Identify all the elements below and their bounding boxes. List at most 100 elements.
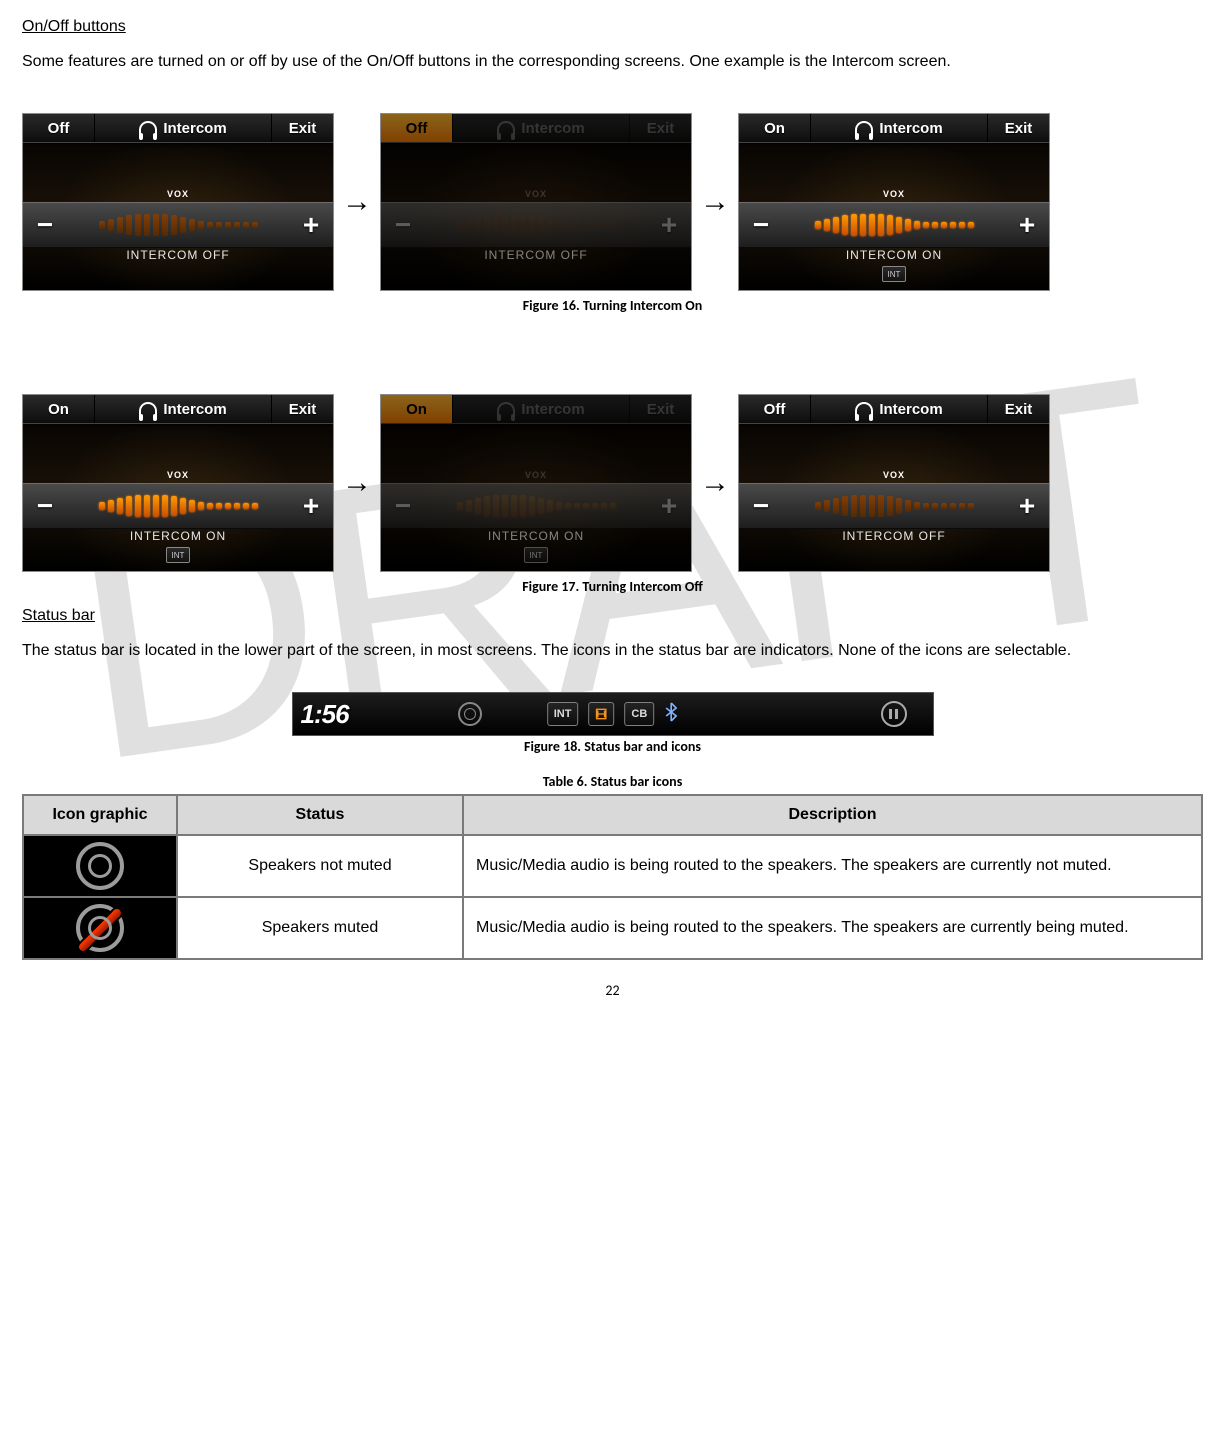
cell-status: Speakers not muted bbox=[177, 835, 463, 897]
exit-button[interactable]: Exit bbox=[629, 395, 691, 423]
vox-slider-strip: −VOX+ bbox=[739, 202, 1049, 248]
plus-button[interactable]: + bbox=[1005, 209, 1049, 241]
mini-int-icon: INT bbox=[166, 547, 190, 563]
mini-int-icon: INT bbox=[524, 547, 548, 563]
status-time: 1:56 bbox=[293, 699, 363, 730]
vox-slider[interactable]: VOX bbox=[425, 484, 647, 528]
figure-16-caption: Figure 16. Turning Intercom On bbox=[22, 297, 1203, 314]
intercom-title: Intercom bbox=[95, 114, 271, 142]
intercom-title: Intercom bbox=[453, 114, 629, 142]
screenshot-header: OnIntercomExit bbox=[381, 395, 691, 424]
statusbar-heading: Status bar bbox=[22, 607, 1203, 625]
status-chip-int: INT bbox=[547, 702, 579, 726]
plus-button[interactable]: + bbox=[289, 209, 333, 241]
vox-slider[interactable]: VOX bbox=[783, 203, 1005, 247]
vox-slider[interactable]: VOX bbox=[67, 203, 289, 247]
page-number: 22 bbox=[22, 982, 1203, 999]
headphone-icon bbox=[497, 121, 515, 135]
onoff-button[interactable]: On bbox=[23, 395, 95, 423]
onoff-button[interactable]: Off bbox=[23, 114, 95, 142]
statusbar-paragraph: The status bar is located in the lower p… bbox=[22, 639, 1203, 662]
figure-17-sequence: OnIntercomExit−VOX+INTERCOM ONINT→OnInte… bbox=[22, 394, 1203, 572]
exit-button[interactable]: Exit bbox=[271, 114, 333, 142]
screenshot-header: OffIntercomExit bbox=[23, 114, 333, 143]
vox-label: VOX bbox=[167, 189, 189, 199]
screenshot-header: OffIntercomExit bbox=[381, 114, 691, 143]
screenshot-header: OnIntercomExit bbox=[23, 395, 333, 424]
vox-slider[interactable]: VOX bbox=[67, 484, 289, 528]
vox-slider[interactable]: VOX bbox=[425, 203, 647, 247]
intercom-screenshot: OnIntercomExit−VOX+INTERCOM ONINT bbox=[738, 113, 1050, 291]
minus-button[interactable]: − bbox=[381, 209, 425, 241]
headphone-icon bbox=[855, 402, 873, 416]
onoff-heading: On/Off buttons bbox=[22, 18, 1203, 36]
onoff-button[interactable]: Off bbox=[739, 395, 811, 423]
intercom-state-label: INTERCOM ON bbox=[739, 248, 1049, 262]
exit-button[interactable]: Exit bbox=[987, 114, 1049, 142]
status-speaker-icon bbox=[458, 702, 482, 726]
vox-label: VOX bbox=[883, 189, 905, 199]
table-6-caption: Table 6. Status bar icons bbox=[22, 773, 1203, 790]
headphone-icon bbox=[855, 121, 873, 135]
minus-button[interactable]: − bbox=[739, 490, 783, 522]
cell-desc: Music/Media audio is being routed to the… bbox=[463, 897, 1202, 959]
th-desc: Description bbox=[463, 795, 1202, 835]
vox-slider[interactable]: VOX bbox=[783, 484, 1005, 528]
status-bar-icons-table: Icon graphic Status Description Speakers… bbox=[22, 794, 1203, 960]
icon-speaker-muted bbox=[23, 897, 177, 959]
vox-slider-strip: −VOX+ bbox=[739, 483, 1049, 529]
plus-button[interactable]: + bbox=[1005, 490, 1049, 522]
screenshot-header: OnIntercomExit bbox=[739, 114, 1049, 143]
vox-label: VOX bbox=[167, 470, 189, 480]
intercom-screenshot: OnIntercomExit−VOX+INTERCOM ONINT bbox=[380, 394, 692, 572]
exit-button[interactable]: Exit bbox=[629, 114, 691, 142]
headphone-icon bbox=[497, 402, 515, 416]
intercom-title: Intercom bbox=[95, 395, 271, 423]
intercom-state-label: INTERCOM ON bbox=[23, 529, 333, 543]
figure-17-caption: Figure 17. Turning Intercom Off bbox=[22, 578, 1203, 595]
status-pause-icon bbox=[881, 701, 907, 727]
vox-label: VOX bbox=[525, 189, 547, 199]
exit-button[interactable]: Exit bbox=[987, 395, 1049, 423]
status-chip-hd-icon bbox=[588, 702, 614, 726]
status-chip-cb: CB bbox=[624, 702, 654, 726]
vox-label: VOX bbox=[883, 470, 905, 480]
intercom-title: Intercom bbox=[811, 114, 987, 142]
onoff-button[interactable]: Off bbox=[381, 114, 453, 142]
minus-button[interactable]: − bbox=[23, 209, 67, 241]
onoff-paragraph: Some features are turned on or off by us… bbox=[22, 50, 1203, 73]
figure-16-sequence: OffIntercomExit−VOX+INTERCOM OFF→OffInte… bbox=[22, 113, 1203, 291]
intercom-screenshot: OnIntercomExit−VOX+INTERCOM ONINT bbox=[22, 394, 334, 572]
plus-button[interactable]: + bbox=[647, 209, 691, 241]
intercom-state-label: INTERCOM OFF bbox=[739, 529, 1049, 543]
minus-button[interactable]: − bbox=[23, 490, 67, 522]
onoff-button[interactable]: On bbox=[381, 395, 453, 423]
vox-slider-strip: −VOX+ bbox=[23, 202, 333, 248]
intercom-screenshot: OffIntercomExit−VOX+INTERCOM OFF bbox=[22, 113, 334, 291]
intercom-screenshot: OffIntercomExit−VOX+INTERCOM OFF bbox=[380, 113, 692, 291]
plus-button[interactable]: + bbox=[647, 490, 691, 522]
exit-button[interactable]: Exit bbox=[271, 395, 333, 423]
mini-int-icon: INT bbox=[882, 266, 906, 282]
headphone-icon bbox=[139, 402, 157, 416]
status-bluetooth-icon bbox=[664, 702, 678, 727]
screenshot-header: OffIntercomExit bbox=[739, 395, 1049, 424]
intercom-state-label: INTERCOM OFF bbox=[381, 248, 691, 262]
cell-desc: Music/Media audio is being routed to the… bbox=[463, 835, 1202, 897]
minus-button[interactable]: − bbox=[381, 490, 425, 522]
intercom-title: Intercom bbox=[453, 395, 629, 423]
plus-button[interactable]: + bbox=[289, 490, 333, 522]
vox-slider-strip: −VOX+ bbox=[23, 483, 333, 529]
arrow-icon: → bbox=[698, 468, 732, 498]
headphone-icon bbox=[139, 121, 157, 135]
minus-button[interactable]: − bbox=[739, 209, 783, 241]
intercom-title: Intercom bbox=[811, 395, 987, 423]
intercom-state-label: INTERCOM ON bbox=[381, 529, 691, 543]
arrow-icon: → bbox=[698, 187, 732, 217]
onoff-button[interactable]: On bbox=[739, 114, 811, 142]
vox-slider-strip: −VOX+ bbox=[381, 483, 691, 529]
vox-slider-strip: −VOX+ bbox=[381, 202, 691, 248]
arrow-icon: → bbox=[340, 468, 374, 498]
th-icon: Icon graphic bbox=[23, 795, 177, 835]
figure-18-caption: Figure 18. Status bar and icons bbox=[22, 738, 1203, 755]
